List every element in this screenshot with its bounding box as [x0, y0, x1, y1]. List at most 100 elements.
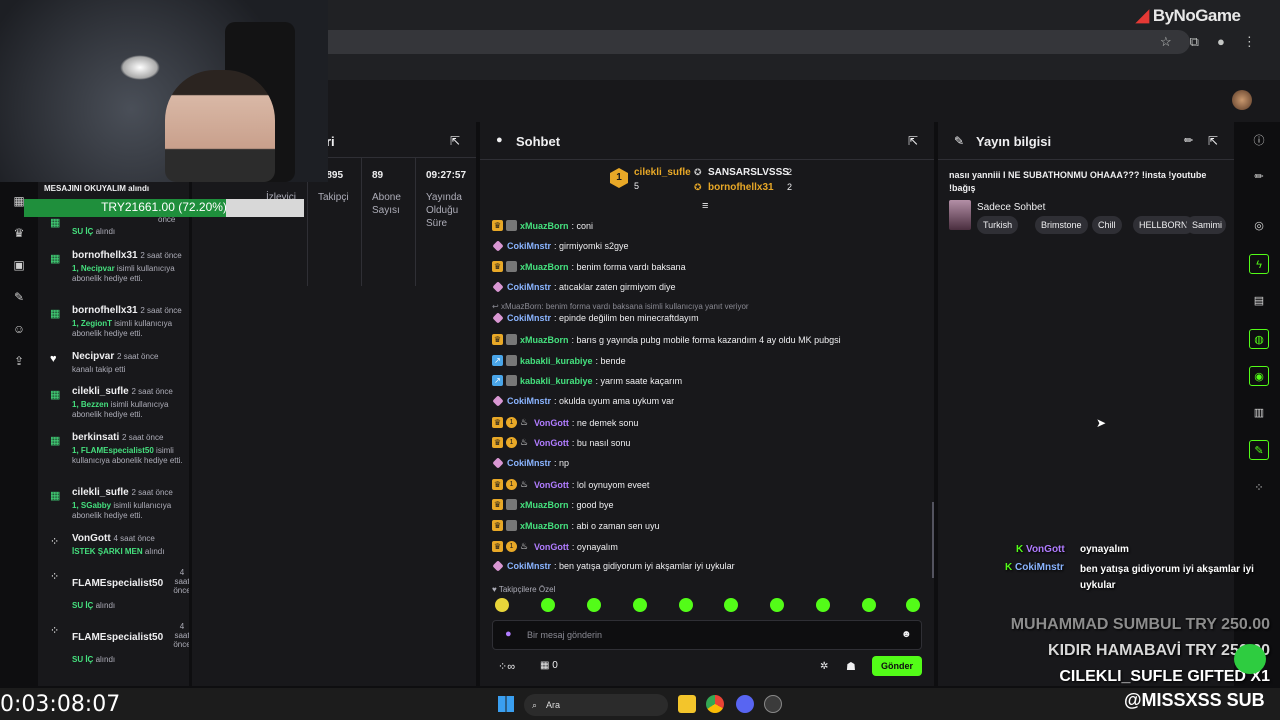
chat-username[interactable]: xMuazBorn	[520, 521, 569, 531]
chat-text: : ne demek sonu	[571, 417, 639, 428]
extensions-icon[interactable]: ⧉	[1190, 34, 1199, 50]
chat-text: : coni	[571, 220, 594, 231]
reply-note: ↩ xMuazBorn: benim forma vardı baksana i…	[492, 302, 749, 311]
category-thumbnail[interactable]	[949, 200, 971, 230]
overlay-chat-text: oynayalım	[1080, 544, 1129, 555]
print-icon[interactable]: ▥	[1249, 403, 1269, 423]
emote-icon[interactable]	[862, 598, 876, 612]
tag[interactable]: HELLBORN	[1133, 216, 1194, 234]
camera-icon[interactable]: ◎	[1249, 216, 1269, 236]
windows-icon[interactable]	[498, 696, 514, 712]
chat-username[interactable]: VonGott	[534, 418, 569, 428]
tag[interactable]: Turkish	[977, 216, 1019, 234]
coin-badge-icon: 1	[506, 417, 517, 428]
edit-icon[interactable]: ✏	[1184, 134, 1193, 147]
chat-message: CokiMnstr: epinde değilim ben minecraftd…	[492, 312, 699, 324]
gift-icon[interactable]: ▦ 0	[540, 660, 558, 671]
emote-icon[interactable]	[724, 598, 738, 612]
upload-icon[interactable]: ⇪	[11, 354, 27, 370]
flame-badge-icon: ♨	[520, 417, 529, 427]
leader-user[interactable]: cilekli_sufle	[634, 167, 691, 178]
dots-icon[interactable]: ⁘	[1249, 478, 1269, 498]
users-icon[interactable]: ☺	[11, 322, 27, 338]
flash-icon[interactable]: ϟ	[1249, 254, 1269, 274]
emote-icon[interactable]	[541, 598, 555, 612]
taskbar-search[interactable]: ⌕ Ara	[524, 694, 668, 716]
address-bar[interactable]	[300, 30, 1190, 54]
emote-icon[interactable]	[587, 598, 601, 612]
emoji-icon[interactable]: ☻	[901, 629, 912, 640]
chat-username[interactable]: CokiMnstr	[507, 313, 551, 323]
mic-icon[interactable]: ●	[505, 628, 512, 640]
chat-message: CokiMnstr: girmiyomki s2gye	[492, 240, 629, 252]
chat-username[interactable]: kabakli_kurabiye	[520, 356, 593, 366]
app-icon[interactable]	[764, 695, 782, 713]
chat-text: : yarım saate kaçarım	[595, 375, 683, 386]
points-icon[interactable]: ⁘∞	[498, 660, 515, 673]
emote-icon[interactable]	[633, 598, 647, 612]
leader-count: 2	[787, 182, 793, 192]
overlay-alert: MESAJINI OKUYALIM alındı	[44, 184, 150, 193]
chat-input[interactable]: ● Bir mesaj gönderin ☻	[492, 620, 922, 650]
gift-icon: ▦	[50, 389, 61, 401]
chat-text: : atıcaklar zaten girmiyom diye	[554, 282, 676, 292]
popout-icon[interactable]: ⇱	[908, 134, 918, 148]
trophy-icon[interactable]: ♛	[11, 226, 27, 242]
chat-username[interactable]: VonGott	[534, 542, 569, 552]
chat-text: : lol oynuyom eveet	[571, 479, 650, 490]
video-icon[interactable]: ▣	[11, 258, 27, 274]
wrench-icon[interactable]: ✎	[1249, 440, 1269, 460]
avatar[interactable]	[1232, 90, 1252, 110]
info-icon[interactable]: ⓘ	[1249, 131, 1269, 151]
emote-icon[interactable]	[679, 598, 693, 612]
tag[interactable]: Brimstone	[1035, 216, 1088, 234]
donation-goal-text: TRY21661.00 (72.20%)	[101, 200, 227, 214]
chrome-icon[interactable]	[706, 695, 724, 713]
settings-icon[interactable]: ✲	[820, 661, 828, 672]
folder-icon[interactable]	[678, 695, 696, 713]
star-icon[interactable]: ☆	[1160, 34, 1172, 50]
profile-icon[interactable]: ●	[1217, 34, 1225, 50]
chat-text: : okulda uyum ama uykum var	[554, 396, 675, 406]
chat-username[interactable]: CokiMnstr	[507, 396, 551, 406]
chat-username[interactable]: CokiMnstr	[507, 282, 551, 292]
emote-icon[interactable]	[770, 598, 784, 612]
chat-username[interactable]: xMuazBorn	[520, 335, 569, 345]
chat-username[interactable]: CokiMnstr	[507, 458, 551, 468]
discord-icon[interactable]	[736, 695, 754, 713]
chat-username[interactable]: VonGott	[534, 480, 569, 490]
chat-message: ♛ 1 ♨ VonGott: lol oynuyom eveet	[492, 479, 649, 490]
chat-username[interactable]: CokiMnstr	[507, 241, 551, 251]
send-button[interactable]: Gönder	[872, 656, 922, 676]
chat-text: : epinde değilim ben minecraftdayım	[554, 313, 699, 323]
chat-username[interactable]: CokiMnstr	[507, 561, 551, 571]
collapse-icon[interactable]: ≡	[702, 200, 708, 212]
leader-user[interactable]: SANSARSLVSSS	[708, 167, 789, 178]
scrollbar[interactable]	[932, 502, 934, 578]
wrench-icon[interactable]: ✎	[11, 290, 27, 306]
leader-count: 5	[634, 181, 640, 191]
stream-timer: 0:03:08:07	[0, 692, 121, 717]
search-icon: ⌕	[532, 700, 538, 710]
emote-icon[interactable]	[495, 598, 509, 612]
sub-ticker: MUHAMMAD SUMBUL TRY 250.00	[1010, 616, 1270, 633]
tag[interactable]: Chill	[1092, 216, 1122, 234]
emote-icon[interactable]	[816, 598, 830, 612]
chat-username[interactable]: xMuazBorn	[520, 221, 569, 231]
popout-icon[interactable]: ⇱	[1208, 134, 1218, 148]
chat-username[interactable]: xMuazBorn	[520, 500, 569, 510]
broadcast-icon[interactable]: ◉	[1249, 366, 1269, 386]
edit-icon[interactable]: ✏	[1249, 167, 1269, 187]
mod-icon[interactable]: ☗	[846, 660, 856, 673]
chat-username[interactable]: xMuazBorn	[520, 262, 569, 272]
emote-icon[interactable]	[906, 598, 920, 612]
tag[interactable]: Samimi	[1186, 216, 1226, 234]
chat-icon[interactable]: ◍	[1249, 329, 1269, 349]
chat-username[interactable]: VonGott	[534, 438, 569, 448]
menu-icon[interactable]: ⋮	[1243, 34, 1256, 50]
popout-icon[interactable]: ⇱	[450, 134, 460, 148]
clipboard-icon[interactable]: ▤	[1249, 291, 1269, 311]
chat-username[interactable]: kabakli_kurabiye	[520, 376, 593, 386]
dots-icon: ⁘	[50, 571, 60, 583]
leader-user[interactable]: bornofhellx31	[708, 182, 774, 193]
